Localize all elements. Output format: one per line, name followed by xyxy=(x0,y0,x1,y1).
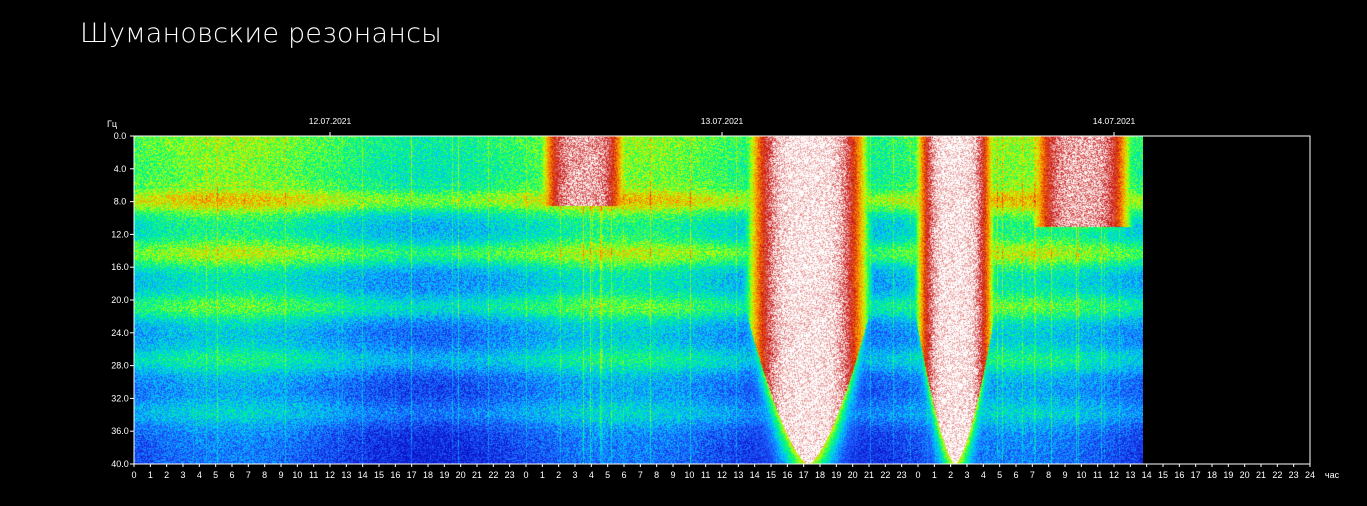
x-tick-label: 13 xyxy=(733,470,743,480)
x-tick-label: 1 xyxy=(148,470,153,480)
x-tick-label: 1 xyxy=(932,470,937,480)
x-tick-label: 7 xyxy=(1030,470,1035,480)
x-tick-label: 19 xyxy=(1223,470,1233,480)
x-tick-label: 16 xyxy=(782,470,792,480)
y-tick-label: 16.0 xyxy=(111,262,129,272)
x-tick-label: 14 xyxy=(1142,470,1152,480)
x-tick-label: 21 xyxy=(864,470,874,480)
x-tick-label: 18 xyxy=(815,470,825,480)
x-tick-label: 1 xyxy=(540,470,545,480)
x-tick-label: 8 xyxy=(654,470,659,480)
x-tick-label: 18 xyxy=(423,470,433,480)
x-tick-label: 4 xyxy=(589,470,594,480)
x-tick-label: 4 xyxy=(981,470,986,480)
date-label: 13.07.2021 xyxy=(701,116,744,126)
x-tick-label: 12 xyxy=(1109,470,1119,480)
y-tick-label: 24.0 xyxy=(111,328,129,338)
x-tick-label: 6 xyxy=(229,470,234,480)
x-tick-label: 8 xyxy=(1046,470,1051,480)
x-tick-label: 19 xyxy=(831,470,841,480)
x-tick-label: 0 xyxy=(131,470,136,480)
x-tick-label: 9 xyxy=(278,470,283,480)
x-tick-label: 11 xyxy=(1093,470,1102,480)
x-tick-label: 0 xyxy=(915,470,920,480)
x-tick-label: 16 xyxy=(1174,470,1184,480)
x-tick-label: 11 xyxy=(701,470,710,480)
x-tick-label: 12 xyxy=(325,470,335,480)
x-tick-label: 5 xyxy=(997,470,1002,480)
x-tick-label: 5 xyxy=(605,470,610,480)
x-tick-label: 9 xyxy=(1062,470,1067,480)
x-tick-label: 21 xyxy=(1256,470,1266,480)
y-tick-label: 8.0 xyxy=(114,197,127,207)
x-tick-label: 23 xyxy=(505,470,515,480)
x-tick-label: 17 xyxy=(1191,470,1201,480)
x-tick-label: 13 xyxy=(341,470,351,480)
x-tick-label: 15 xyxy=(1158,470,1168,480)
x-tick-label: 8 xyxy=(262,470,267,480)
y-axis-label: Гц xyxy=(107,119,117,129)
x-tick-label: 10 xyxy=(684,470,694,480)
x-tick-label: 12 xyxy=(717,470,727,480)
date-label: 12.07.2021 xyxy=(309,116,352,126)
x-tick-label: 6 xyxy=(621,470,626,480)
x-tick-label: 20 xyxy=(1240,470,1250,480)
x-tick-label: 23 xyxy=(897,470,907,480)
y-tick-label: 20.0 xyxy=(111,295,129,305)
y-tick-label: 36.0 xyxy=(111,426,129,436)
x-tick-label: 14 xyxy=(358,470,368,480)
x-tick-label: 7 xyxy=(638,470,643,480)
x-tick-label: 11 xyxy=(309,470,318,480)
spectrogram-image xyxy=(134,136,1143,464)
x-tick-label: 18 xyxy=(1207,470,1217,480)
x-tick-label: 20 xyxy=(456,470,466,480)
x-tick-label: 10 xyxy=(292,470,302,480)
y-tick-label: 12.0 xyxy=(111,229,129,239)
y-tick-label: 32.0 xyxy=(111,393,129,403)
x-tick-label: 22 xyxy=(488,470,498,480)
x-tick-label: 9 xyxy=(670,470,675,480)
y-tick-label: 4.0 xyxy=(114,164,127,174)
x-tick-label: 20 xyxy=(848,470,858,480)
date-label: 14.07.2021 xyxy=(1093,116,1136,126)
x-tick-label: 21 xyxy=(472,470,482,480)
x-tick-label: 14 xyxy=(750,470,760,480)
x-tick-label: 17 xyxy=(799,470,809,480)
x-tick-label: 2 xyxy=(948,470,953,480)
x-tick-label: 22 xyxy=(1272,470,1282,480)
y-tick-label: 40.0 xyxy=(111,459,129,469)
x-tick-label: 3 xyxy=(572,470,577,480)
x-tick-label: 7 xyxy=(246,470,251,480)
x-tick-label: 10 xyxy=(1076,470,1086,480)
y-tick-label: 28.0 xyxy=(111,361,129,371)
x-tick-label: 6 xyxy=(1013,470,1018,480)
y-tick-label: 0.0 xyxy=(114,131,127,141)
x-tick-label: 23 xyxy=(1289,470,1299,480)
x-tick-label: 3 xyxy=(180,470,185,480)
x-tick-label: 16 xyxy=(390,470,400,480)
x-tick-label: 24 xyxy=(1305,470,1315,480)
x-tick-label: 0 xyxy=(523,470,528,480)
x-tick-label: 5 xyxy=(213,470,218,480)
x-tick-label: 22 xyxy=(880,470,890,480)
spectrogram-chart: Гц 0.0 4.0 8.0 12.0 16.0 20.0 24.0 28.0 32.0 36.0 4… xyxy=(107,116,1340,480)
x-tick-label: 4 xyxy=(197,470,202,480)
x-tick-label: 13 xyxy=(1125,470,1135,480)
x-tick-label: 15 xyxy=(374,470,384,480)
x-tick-label: 2 xyxy=(556,470,561,480)
x-tick-label: 2 xyxy=(164,470,169,480)
x-tick-label: 19 xyxy=(439,470,449,480)
x-tick-label: 15 xyxy=(766,470,776,480)
x-axis-label: час xyxy=(1325,470,1340,480)
x-tick-label: 3 xyxy=(964,470,969,480)
x-tick-label: 17 xyxy=(407,470,417,480)
